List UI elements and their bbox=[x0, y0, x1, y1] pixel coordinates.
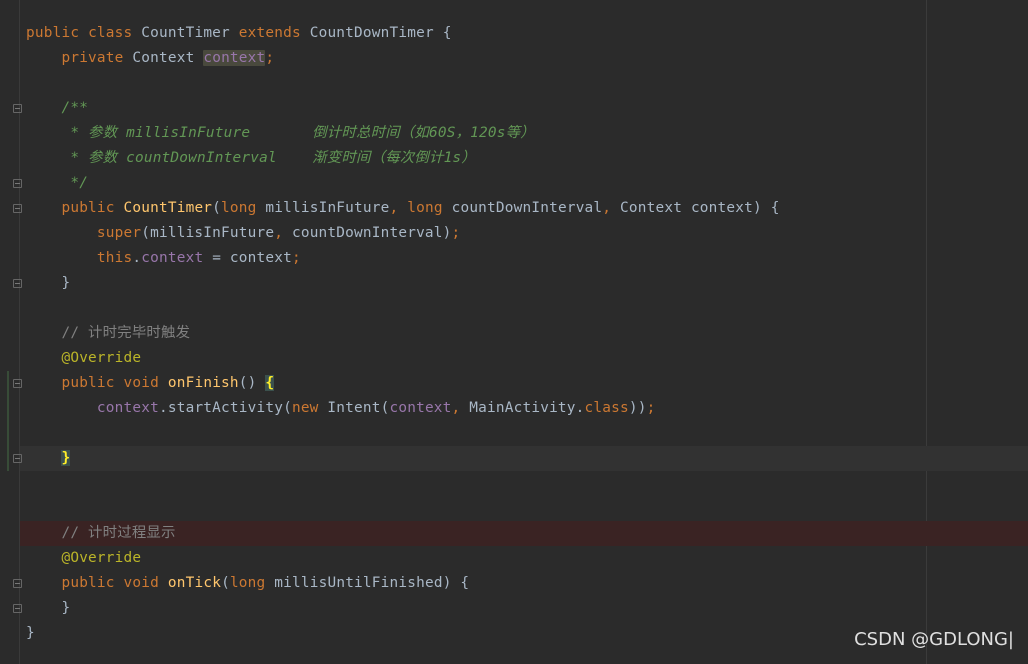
semicolon: ; bbox=[291, 250, 301, 266]
doc-comment: /** bbox=[61, 100, 89, 116]
param: millisUntilFinished) { bbox=[274, 575, 470, 591]
code-line-field[interactable]: private Context context; bbox=[26, 46, 274, 71]
fold-collapse-icon[interactable] bbox=[13, 579, 22, 588]
fold-collapse-icon[interactable] bbox=[13, 104, 22, 113]
comma: , bbox=[389, 200, 399, 216]
code-line-annotation[interactable]: @Override bbox=[26, 546, 141, 571]
args: countDownInterval) bbox=[291, 225, 452, 241]
method-name: onTick bbox=[167, 575, 222, 591]
dot: . bbox=[132, 250, 142, 266]
parens: )) bbox=[628, 400, 647, 416]
paren: ( bbox=[212, 200, 222, 216]
code-line-doc-comment[interactable]: /** bbox=[26, 96, 88, 121]
semicolon: ; bbox=[646, 400, 656, 416]
fold-collapse-icon[interactable] bbox=[13, 204, 22, 213]
keyword: void bbox=[123, 375, 159, 391]
code-line-comment[interactable]: // 计时过程显示 bbox=[26, 521, 176, 546]
brace: { bbox=[442, 25, 452, 41]
fold-end-icon[interactable] bbox=[13, 454, 22, 463]
code-line-assignment[interactable]: this.context = context; bbox=[26, 246, 301, 271]
code-line-method-onfinish[interactable]: public void onFinish() { bbox=[26, 371, 275, 396]
fold-end-icon[interactable] bbox=[13, 179, 22, 188]
semicolon: ; bbox=[451, 225, 461, 241]
class-reference: MainActivity. bbox=[469, 400, 585, 416]
annotation: @Override bbox=[61, 350, 142, 366]
keyword: void bbox=[123, 575, 159, 591]
code-line-method-ontick[interactable]: public void onTick(long millisUntilFinis… bbox=[26, 571, 469, 596]
class-name: CountTimer bbox=[141, 25, 230, 41]
keyword: public bbox=[61, 375, 115, 391]
code-line-doc-comment[interactable]: * 参数 millisInFuture 倒计时总时间（如60S，120s等） bbox=[26, 121, 535, 146]
constructor-name: CountTimer bbox=[123, 200, 213, 216]
right-margin-guide bbox=[926, 0, 927, 664]
doc-comment: * 参数 countDownInterval 渐变时间（每次倒计1s） bbox=[61, 150, 476, 166]
semicolon: ; bbox=[265, 50, 275, 66]
keyword: class bbox=[88, 25, 133, 41]
comma: , bbox=[274, 225, 284, 241]
line-comment: // 计时过程显示 bbox=[61, 525, 176, 541]
parens: () bbox=[238, 375, 266, 391]
constructor-call: Intent( bbox=[327, 400, 390, 416]
field-name-highlighted: context bbox=[203, 50, 266, 66]
fold-collapse-icon[interactable] bbox=[13, 379, 22, 388]
keyword: long bbox=[221, 200, 257, 216]
param: countDownInterval bbox=[451, 200, 603, 216]
code-line-close-brace[interactable]: } bbox=[26, 596, 70, 621]
code-line-close-brace-current[interactable]: } bbox=[26, 446, 71, 471]
code-line-doc-comment[interactable]: */ bbox=[26, 171, 88, 196]
code-line-constructor[interactable]: public CountTimer(long millisInFuture, l… bbox=[26, 196, 780, 221]
field-name: context bbox=[389, 400, 452, 416]
line-comment: // 计时完毕时触发 bbox=[61, 325, 191, 341]
brace: } bbox=[61, 600, 71, 616]
fold-end-icon[interactable] bbox=[13, 604, 22, 613]
super-class-name: CountDownTimer bbox=[309, 25, 434, 41]
keyword: long bbox=[229, 575, 266, 591]
code-line-doc-comment[interactable]: * 参数 countDownInterval 渐变时间（每次倒计1s） bbox=[26, 146, 476, 171]
brace: } bbox=[61, 275, 71, 291]
code-editor[interactable]: public class CountTimer extends CountDow… bbox=[0, 0, 1028, 664]
code-line-close-brace[interactable]: } bbox=[26, 271, 70, 296]
code-line-super-call[interactable]: super(millisInFuture, countDownInterval)… bbox=[26, 221, 460, 246]
method-name: onFinish bbox=[167, 375, 239, 391]
keyword: public bbox=[61, 575, 115, 591]
keyword: private bbox=[61, 50, 124, 66]
field-name: context bbox=[96, 400, 159, 416]
matched-brace: { bbox=[265, 375, 275, 391]
code-line-class-declaration[interactable]: public class CountTimer extends CountDow… bbox=[26, 21, 452, 46]
doc-comment: * 参数 millisInFuture 倒计时总时间（如60S，120s等） bbox=[61, 125, 535, 141]
type-name: Context bbox=[132, 50, 195, 66]
code-line-class-close-brace[interactable]: } bbox=[26, 621, 35, 646]
gutter-divider bbox=[19, 0, 20, 664]
paren: ( bbox=[221, 575, 230, 591]
code-line-comment[interactable]: // 计时完毕时触发 bbox=[26, 321, 190, 346]
comma: , bbox=[451, 400, 461, 416]
matched-brace: } bbox=[61, 450, 71, 466]
comma: , bbox=[602, 200, 612, 216]
fold-end-icon[interactable] bbox=[13, 279, 22, 288]
code-line-start-activity[interactable]: context.startActivity(new Intent(context… bbox=[26, 396, 655, 421]
keyword: super bbox=[96, 225, 142, 241]
expression: = context bbox=[203, 250, 292, 266]
keyword: class bbox=[584, 400, 629, 416]
keyword: public bbox=[26, 25, 80, 41]
keyword: new bbox=[291, 400, 319, 416]
method-call: .startActivity( bbox=[158, 400, 292, 416]
doc-comment: */ bbox=[61, 175, 89, 191]
keyword: public bbox=[61, 200, 115, 216]
keyword: this bbox=[96, 250, 133, 266]
param: millisInFuture bbox=[265, 200, 390, 216]
code-line-annotation[interactable]: @Override bbox=[26, 346, 141, 371]
current-line-highlight bbox=[20, 446, 1028, 471]
brace: } bbox=[26, 625, 35, 641]
vcs-change-marker[interactable] bbox=[7, 371, 9, 471]
param: Context context) { bbox=[620, 200, 780, 216]
keyword: extends bbox=[238, 25, 301, 41]
args: (millisInFuture bbox=[141, 225, 275, 241]
field-name: context bbox=[141, 250, 204, 266]
keyword: long bbox=[407, 200, 443, 216]
watermark-text: CSDN @GDLONG| bbox=[854, 629, 1014, 650]
annotation: @Override bbox=[61, 550, 142, 566]
